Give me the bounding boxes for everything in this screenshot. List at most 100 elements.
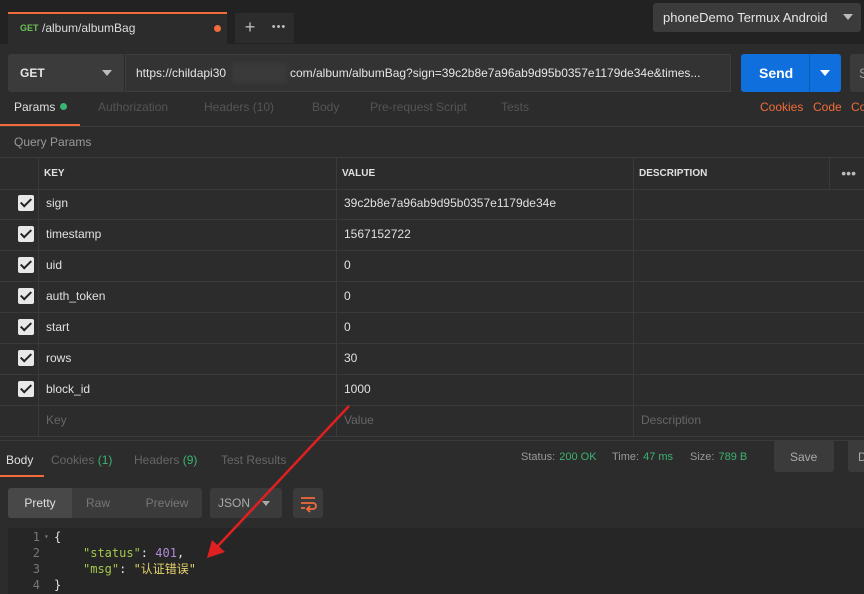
tab-response-cookies[interactable]: Cookies (1) bbox=[51, 453, 112, 467]
active-dot-icon bbox=[60, 103, 68, 110]
wrap-lines-button[interactable] bbox=[293, 488, 323, 518]
json-separator: : bbox=[119, 562, 134, 576]
save-response-label: Save bbox=[790, 450, 818, 464]
checkbox[interactable] bbox=[18, 350, 34, 366]
tab-more-button[interactable]: ••• bbox=[264, 13, 294, 43]
line-number: 4 bbox=[32, 578, 40, 592]
chevron-down-icon bbox=[262, 501, 270, 506]
param-key[interactable]: timestamp bbox=[46, 219, 101, 250]
divider bbox=[633, 281, 634, 312]
send-label: Send bbox=[759, 65, 794, 81]
divider bbox=[336, 405, 337, 436]
tab-prerequest-script[interactable]: Pre-request Script bbox=[370, 100, 467, 114]
divider bbox=[336, 343, 337, 374]
query-params-title: Query Params bbox=[14, 135, 92, 149]
param-value[interactable]: 1000 bbox=[344, 374, 371, 405]
json-number-value: 401 bbox=[155, 546, 177, 560]
divider bbox=[38, 374, 39, 405]
size-label: Size: bbox=[690, 451, 715, 463]
tab-test-results[interactable]: Test Results bbox=[221, 453, 286, 467]
download-label: D bbox=[858, 450, 864, 464]
environment-label: phoneDemo Termux Android bbox=[663, 10, 828, 25]
tab-headers[interactable]: Headers (10) bbox=[204, 100, 274, 114]
status-info: Status: 200 OK bbox=[521, 451, 597, 463]
checkbox[interactable] bbox=[18, 226, 34, 242]
request-tab-method: GET bbox=[20, 23, 39, 33]
divider bbox=[336, 219, 337, 250]
environment-select[interactable]: phoneDemo Termux Android bbox=[653, 3, 861, 32]
cookies-count: (1) bbox=[97, 453, 113, 467]
table-header: KEY VALUE DESCRIPTION ••• bbox=[0, 157, 864, 190]
url-text-prefix: https://childapi30 bbox=[136, 66, 227, 80]
divider bbox=[38, 158, 39, 189]
save-request-button[interactable]: S bbox=[850, 54, 864, 92]
line-number: 1 bbox=[32, 530, 40, 544]
download-button[interactable]: D bbox=[848, 440, 864, 472]
param-value[interactable]: 0 bbox=[344, 281, 351, 312]
fold-icon[interactable]: ▾ bbox=[44, 529, 49, 545]
key-input[interactable]: Key bbox=[46, 405, 67, 436]
cookies-link[interactable]: Cookies bbox=[760, 100, 803, 114]
description-input[interactable]: Description bbox=[641, 405, 701, 436]
param-value[interactable]: 1567152722 bbox=[344, 219, 411, 250]
chevron-down-icon bbox=[102, 70, 112, 76]
raw-button[interactable]: Raw bbox=[72, 488, 124, 518]
divider bbox=[633, 188, 634, 219]
table-row-empty: Key Value Description bbox=[0, 405, 864, 437]
divider bbox=[829, 158, 830, 189]
save-response-button[interactable]: Save bbox=[774, 440, 834, 472]
request-tab-name: /album/albumBag bbox=[42, 21, 136, 35]
send-button[interactable]: Send bbox=[741, 54, 841, 92]
tab-response-body[interactable]: Body bbox=[6, 453, 33, 467]
divider bbox=[336, 250, 337, 281]
code-link[interactable]: Code bbox=[813, 100, 842, 114]
tab-params[interactable]: Params bbox=[14, 100, 68, 114]
json-key: "status" bbox=[83, 546, 141, 560]
chevron-down-icon[interactable] bbox=[820, 70, 830, 76]
response-tabs: Body Cookies (1) Headers (9) Test Result… bbox=[0, 440, 864, 479]
param-key[interactable]: auth_token bbox=[46, 281, 105, 312]
checkbox[interactable] bbox=[18, 195, 34, 211]
value-input[interactable]: Value bbox=[344, 405, 374, 436]
param-key[interactable]: start bbox=[46, 312, 69, 343]
param-key[interactable]: uid bbox=[46, 250, 62, 281]
pretty-button[interactable]: Pretty bbox=[8, 488, 72, 518]
param-key[interactable]: sign bbox=[46, 188, 68, 219]
method-select[interactable]: GET bbox=[8, 54, 124, 92]
param-key[interactable]: rows bbox=[46, 343, 71, 374]
url-text-suffix: com/album/albumBag?sign=39c2b8e7a96ab9d9… bbox=[290, 66, 701, 80]
tab-authorization[interactable]: Authorization bbox=[98, 100, 168, 114]
request-tab[interactable]: GET /album/albumBag bbox=[8, 12, 227, 44]
divider bbox=[336, 312, 337, 343]
url-input[interactable]: https://childapi30 com/album/albumBag?si… bbox=[125, 54, 731, 92]
tab-body[interactable]: Body bbox=[312, 100, 339, 114]
checkbox[interactable] bbox=[18, 257, 34, 273]
divider bbox=[38, 250, 39, 281]
param-value[interactable]: 30 bbox=[344, 343, 357, 374]
preview-button[interactable]: Preview bbox=[132, 488, 202, 518]
table-row: sign 39c2b8e7a96ab9d95b0357e1179de34e bbox=[0, 188, 864, 220]
more-options-icon[interactable]: ••• bbox=[841, 158, 856, 189]
status-label: Status: bbox=[521, 451, 556, 463]
divider bbox=[38, 312, 39, 343]
tab-tests[interactable]: Tests bbox=[501, 100, 529, 114]
redacted-region bbox=[232, 63, 287, 83]
response-body-code[interactable]: 1 ▾ { 2 "status": 401, 3 "msg": "认证错误" 4… bbox=[8, 528, 864, 594]
tab-response-headers[interactable]: Headers (9) bbox=[134, 453, 197, 467]
tab-bar: GET /album/albumBag + ••• phoneDemo Term… bbox=[0, 0, 864, 44]
divider bbox=[38, 188, 39, 219]
new-tab-button[interactable]: + bbox=[235, 13, 265, 43]
active-tab-underline bbox=[0, 124, 80, 126]
param-value[interactable]: 0 bbox=[344, 312, 351, 343]
comments-link[interactable]: Co bbox=[851, 100, 864, 114]
checkbox[interactable] bbox=[18, 319, 34, 335]
checkbox[interactable] bbox=[18, 288, 34, 304]
param-key[interactable]: block_id bbox=[46, 374, 90, 405]
format-select[interactable]: JSON bbox=[210, 488, 282, 518]
divider bbox=[38, 405, 39, 436]
active-tab-underline bbox=[0, 475, 44, 477]
checkbox[interactable] bbox=[18, 381, 34, 397]
param-value[interactable]: 39c2b8e7a96ab9d95b0357e1179de34e bbox=[344, 188, 556, 219]
param-value[interactable]: 0 bbox=[344, 250, 351, 281]
column-header-value: VALUE bbox=[342, 168, 376, 179]
